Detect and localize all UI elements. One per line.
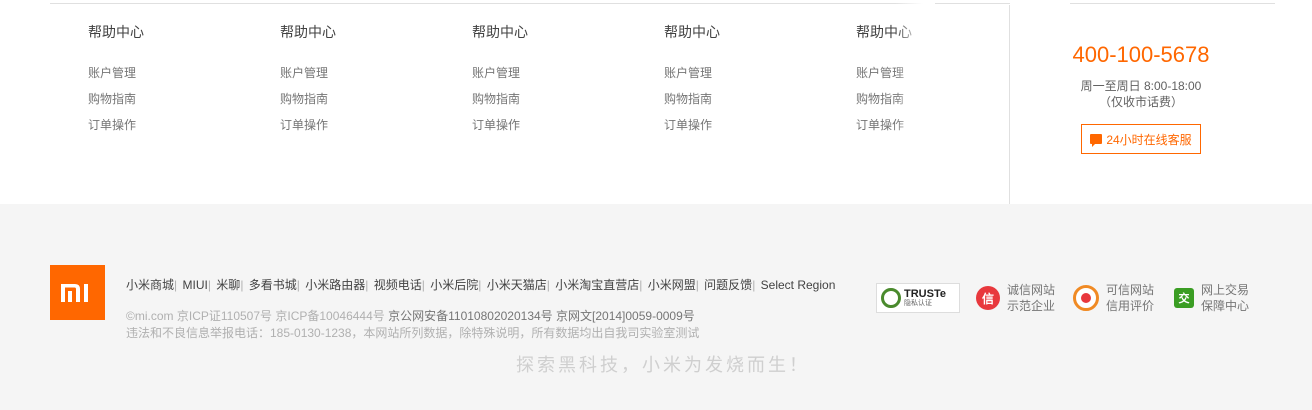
report-notice: 违法和不良信息举报电话：185-0130-1238，本网站所列数据，除特殊说明，…: [126, 326, 700, 340]
trust-badges: TRUSTe 隐私认证 信 诚信网站 示范企业 可信网站 信用评价 交 网上交易: [876, 282, 1249, 314]
icp-license-link[interactable]: 京ICP证110507号: [177, 309, 272, 323]
help-link-orders[interactable]: 订单操作: [280, 116, 430, 142]
help-link-account[interactable]: 账户管理: [280, 64, 430, 90]
trade-line1: 网上交易: [1201, 283, 1250, 297]
trade-line2: 保障中心: [1201, 299, 1250, 313]
truste-badge[interactable]: TRUSTe 隐私认证: [876, 283, 960, 313]
service-phone: 400-100-5678: [1072, 42, 1210, 67]
help-link-account[interactable]: 账户管理: [664, 64, 814, 90]
site-link-mitalk[interactable]: 米聊: [216, 278, 240, 292]
site-link-union[interactable]: 小米网盟: [648, 278, 696, 292]
contact-panel: 400-100-5678 周一至周日 8:00-18:00 （仅收市话费） 24…: [1010, 40, 1272, 154]
help-column-title: 帮助中心: [88, 24, 144, 40]
copyright-line: ©mi.com 京ICP证110507号 京ICP备10046444号 京公网安…: [126, 308, 695, 324]
help-link-orders[interactable]: 订单操作: [472, 116, 622, 142]
site-links-bar: 小米商城| MIUI| 米聊| 多看书城| 小米路由器| 视频电话| 小米后院|…: [126, 278, 836, 292]
credible-seal-icon: [1073, 285, 1100, 311]
culture-license-link[interactable]: 京网文[2014]0059-0009号: [556, 309, 695, 323]
help-column: 帮助中心 账户管理 购物指南 订单操作: [280, 22, 430, 142]
site-link-backyard[interactable]: 小米后院: [430, 278, 478, 292]
service-fee-note: （仅收市话费）: [1098, 95, 1183, 109]
site-link-feedback[interactable]: 问题反馈: [704, 278, 752, 292]
icp-record-link[interactable]: 京ICP备10046444号: [275, 309, 384, 323]
trade-seal-icon: 交: [1174, 288, 1195, 308]
integrity-line2: 示范企业: [1007, 299, 1056, 313]
integrity-seal-icon: 信: [976, 286, 1000, 310]
help-column: 帮助中心 账户管理 购物指南 订单操作: [472, 22, 622, 142]
chat-bubble-icon: [1090, 134, 1103, 147]
help-link-shopping-guide[interactable]: 购物指南: [664, 90, 814, 116]
help-link-orders[interactable]: 订单操作: [88, 116, 238, 142]
help-link-orders[interactable]: 订单操作: [664, 116, 814, 142]
site-link-router[interactable]: 小米路由器: [305, 278, 365, 292]
help-section: 帮助中心 账户管理 购物指南 订单操作 帮助中心 账户管理 购物指南 订单操作 …: [0, 0, 1312, 204]
site-link-taobao[interactable]: 小米淘宝直营店: [555, 278, 639, 292]
top-divider: [50, 3, 1010, 4]
credible-line2: 信用评价: [1106, 299, 1155, 313]
help-column: 帮助中心 账户管理 购物指南 订单操作: [664, 22, 814, 142]
truste-label: TRUSTe: [904, 287, 946, 300]
online-service-button[interactable]: 24小时在线客服: [1081, 124, 1201, 154]
site-link-miui[interactable]: MIUI: [182, 278, 207, 292]
help-column-title: 帮助中心: [472, 24, 528, 40]
service-hours: 周一至周日 8:00-18:00 （仅收市话费）: [1010, 78, 1272, 110]
site-footer: 小米商城| MIUI| 米聊| 多看书城| 小米路由器| 视频电话| 小米后院|…: [0, 204, 1312, 410]
copyright-text: ©mi.com: [126, 309, 174, 323]
help-column: 帮助中心 账户管理 购物指南 订单操作: [88, 22, 238, 142]
help-link-shopping-guide[interactable]: 购物指南: [88, 90, 238, 116]
mi-logo-icon: [60, 283, 88, 302]
help-column-title: 帮助中心: [280, 24, 336, 40]
site-link-tmall[interactable]: 小米天猫店: [487, 278, 547, 292]
site-link-duokan[interactable]: 多看书城: [249, 278, 297, 292]
integrity-badge[interactable]: 信 诚信网站 示范企业: [976, 282, 1055, 314]
online-service-label: 24小时在线客服: [1106, 132, 1192, 147]
police-record-link[interactable]: 京公网安备11010802020134号: [388, 309, 553, 323]
top-divider-right: [1070, 3, 1275, 4]
truste-seal-icon: [881, 288, 901, 308]
service-hours-line: 周一至周日 8:00-18:00: [1080, 79, 1202, 93]
help-column-title: 帮助中心: [664, 24, 720, 40]
help-link-shopping-guide[interactable]: 购物指南: [280, 90, 430, 116]
truste-sub-label: 隐私认证: [904, 299, 932, 307]
credible-line1: 可信网站: [1106, 283, 1155, 297]
site-link-select-region[interactable]: Select Region: [761, 278, 836, 292]
mi-logo[interactable]: [50, 265, 105, 320]
trade-badge[interactable]: 交 网上交易 保障中心: [1174, 282, 1249, 314]
help-link-account[interactable]: 账户管理: [88, 64, 238, 90]
overflow-fade: [895, 0, 935, 204]
help-link-shopping-guide[interactable]: 购物指南: [472, 90, 622, 116]
integrity-line1: 诚信网站: [1007, 283, 1056, 297]
site-link-mall[interactable]: 小米商城: [126, 278, 174, 292]
site-link-video-call[interactable]: 视频电话: [374, 278, 422, 292]
brand-slogan: 探索黑科技，小米为发烧而生！: [516, 355, 810, 376]
help-link-account[interactable]: 账户管理: [472, 64, 622, 90]
credible-badge[interactable]: 可信网站 信用评价: [1073, 282, 1154, 314]
